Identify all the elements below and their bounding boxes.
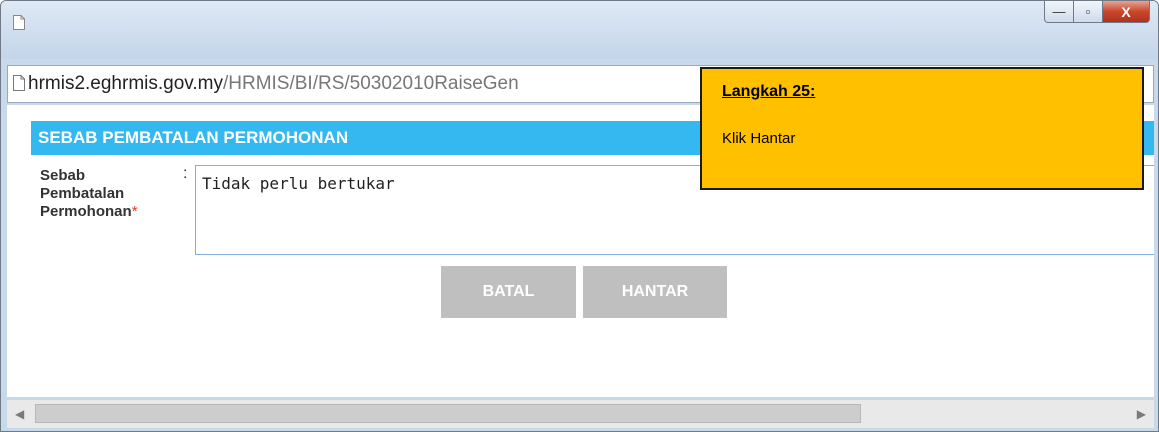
reason-field-label: Sebab Pembatalan Permohonan* [40,167,170,221]
window-controls: — ▫ X [1044,1,1150,23]
document-icon [13,15,25,30]
label-line-1: Sebab [40,167,86,184]
browser-popup-window: — ▫ X hrmis2.eghrmis.gov.my/HRMIS/BI/RS/… [0,0,1159,432]
required-marker: * [131,203,138,220]
url-text: hrmis2.eghrmis.gov.my/HRMIS/BI/RS/503020… [28,73,519,95]
label-line-3: Permohonan [40,203,132,220]
label-colon: : [183,165,188,182]
url-path: /HRMIS/BI/RS/50302010RaiseGen [222,73,519,94]
callout-title: Langkah 25: [722,83,816,100]
horizontal-scrollbar[interactable]: ◀ ▶ [7,399,1154,428]
close-button[interactable]: X [1103,1,1150,23]
scrollbar-thumb[interactable] [35,404,861,423]
title-bar: — ▫ X [1,1,1158,59]
minimize-button[interactable]: — [1044,1,1074,23]
scroll-left-icon[interactable]: ◀ [15,407,24,421]
maximize-button[interactable]: ▫ [1074,1,1103,23]
label-line-2: Pembatalan [40,185,125,202]
page-icon [13,75,25,91]
callout-body: Klik Hantar [722,130,796,147]
submit-button[interactable]: HANTAR [583,266,727,318]
url-domain: hrmis2.eghrmis.gov.my [28,73,223,94]
cancel-button[interactable]: BATAL [441,266,576,318]
instruction-callout: Langkah 25: Klik Hantar [700,67,1144,190]
scroll-right-icon[interactable]: ▶ [1137,407,1146,421]
